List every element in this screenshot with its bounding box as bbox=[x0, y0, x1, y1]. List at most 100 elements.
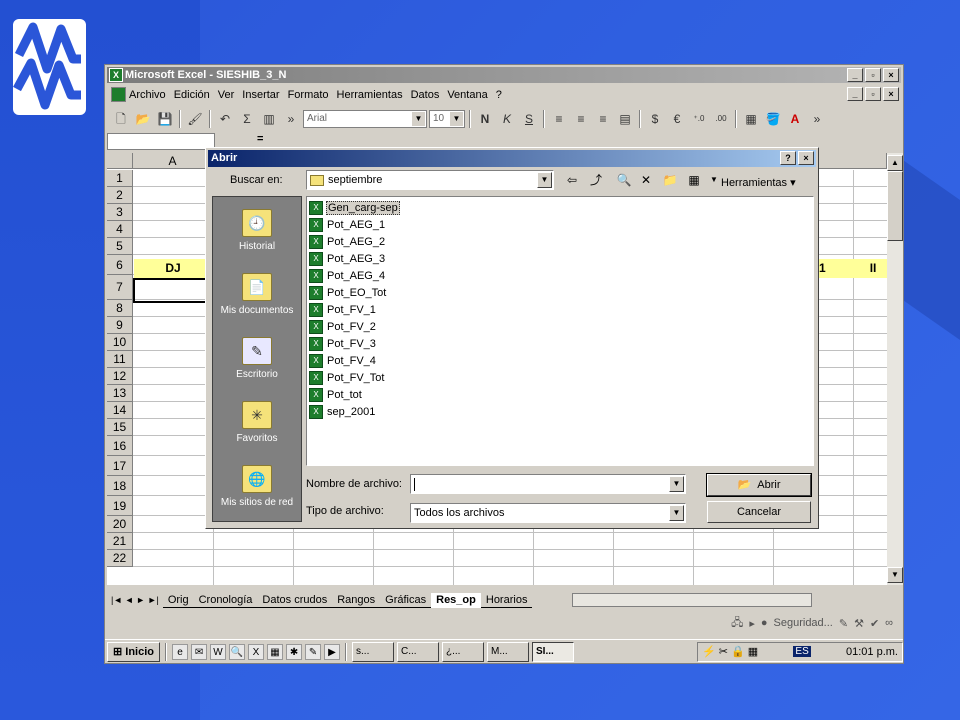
formula-equals[interactable]: = bbox=[257, 133, 263, 145]
record-icon[interactable]: ● bbox=[761, 617, 768, 629]
task-4[interactable]: M... bbox=[487, 641, 530, 662]
bold-icon[interactable]: N bbox=[475, 109, 495, 129]
undo-icon[interactable]: ↶ bbox=[215, 109, 235, 129]
start-button[interactable]: ⊞ Inicio bbox=[107, 641, 161, 662]
row-header[interactable]: 10 bbox=[107, 334, 133, 351]
italic-icon[interactable]: K bbox=[497, 109, 517, 129]
dialog-close-button[interactable]: × bbox=[798, 151, 814, 165]
menu-archivo[interactable]: Archivo bbox=[129, 89, 166, 101]
column-header-a[interactable]: A bbox=[133, 153, 213, 169]
row-header[interactable]: 9 bbox=[107, 317, 133, 334]
tab-datos-crudos[interactable]: Datos crudos bbox=[257, 593, 333, 608]
tab-orig[interactable]: Orig bbox=[162, 593, 194, 608]
file-item[interactable]: X Gen_carg-sep bbox=[309, 199, 400, 216]
lookin-combo[interactable]: septiembre ▼ bbox=[306, 170, 554, 190]
cell-right6[interactable]: 1 II bbox=[807, 259, 887, 278]
row-header[interactable]: 15 bbox=[107, 419, 133, 436]
row-header[interactable]: 22 bbox=[107, 550, 133, 567]
cancel-button[interactable]: Cancelar bbox=[707, 501, 811, 523]
file-item[interactable]: X Pot_FV_4 bbox=[309, 352, 377, 369]
workbook-icon[interactable] bbox=[111, 87, 126, 102]
pencil-icon[interactable]: ✎ bbox=[305, 643, 322, 660]
row-header[interactable]: 8 bbox=[107, 300, 133, 317]
merge-center-icon[interactable]: ▤ bbox=[615, 109, 635, 129]
tab-cronologia[interactable]: Cronología bbox=[193, 593, 258, 608]
media-icon[interactable]: ▶ bbox=[324, 643, 341, 660]
tab-res-op[interactable]: Res_op bbox=[431, 592, 481, 608]
glasses-icon[interactable]: ∞ bbox=[885, 617, 893, 629]
security-button[interactable]: Seguridad... bbox=[774, 617, 833, 629]
new-folder-icon[interactable]: 📁 bbox=[660, 170, 680, 190]
format-painter-icon[interactable]: 🖌 bbox=[185, 109, 205, 129]
name-box[interactable] bbox=[107, 133, 215, 150]
menu-help[interactable]: ? bbox=[496, 89, 502, 101]
check-icon[interactable]: ✔ bbox=[870, 617, 879, 630]
help-button[interactable]: ? bbox=[780, 151, 796, 165]
task-excel[interactable]: SI... bbox=[532, 641, 575, 662]
increase-decimal-icon[interactable]: ⁺.0 bbox=[689, 109, 709, 129]
row-header[interactable]: 5 bbox=[107, 238, 133, 255]
file-item[interactable]: X Pot_FV_Tot bbox=[309, 369, 385, 386]
chevron-down-icon[interactable]: ▼ bbox=[669, 505, 684, 521]
chevron-down-icon[interactable]: ▼ bbox=[537, 172, 552, 188]
selected-cell-a7[interactable] bbox=[133, 278, 214, 303]
menu-ver[interactable]: Ver bbox=[218, 89, 235, 101]
views-icon[interactable]: ▦ bbox=[684, 170, 704, 190]
row-header[interactable]: 13 bbox=[107, 385, 133, 402]
file-item[interactable]: Xsep_2001 bbox=[309, 403, 376, 420]
align-center-icon[interactable]: ≡ bbox=[571, 109, 591, 129]
menu-datos[interactable]: Datos bbox=[411, 89, 440, 101]
menu-insertar[interactable]: Insertar bbox=[242, 89, 279, 101]
more-buttons-icon[interactable]: » bbox=[807, 109, 827, 129]
row-header[interactable]: 11 bbox=[107, 351, 133, 368]
align-left-icon[interactable]: ≡ bbox=[549, 109, 569, 129]
search-icon[interactable]: 🔍 bbox=[229, 643, 246, 660]
row-header[interactable]: 19 bbox=[107, 496, 133, 516]
row-header[interactable]: 6 bbox=[107, 255, 133, 275]
place-escritorio[interactable]: ✎ Escritorio bbox=[213, 337, 301, 380]
filename-input[interactable]: ▼ bbox=[410, 474, 686, 494]
place-historial[interactable]: 🕘 Historial bbox=[213, 209, 301, 252]
file-item[interactable]: X Pot_AEG_2 bbox=[309, 233, 386, 250]
file-item[interactable]: X Pot_EO_Tot bbox=[309, 284, 387, 301]
autosum-icon[interactable]: Σ bbox=[237, 109, 257, 129]
save-icon[interactable]: 💾 bbox=[155, 109, 175, 129]
doc-minimize-button[interactable]: _ bbox=[847, 87, 863, 101]
row-header[interactable]: 3 bbox=[107, 204, 133, 221]
row-header[interactable]: 1 bbox=[107, 170, 133, 187]
menu-ventana[interactable]: Ventana bbox=[447, 89, 487, 101]
tools-menu[interactable]: Herramientas ▾ bbox=[721, 176, 796, 189]
row-header[interactable]: 18 bbox=[107, 476, 133, 496]
file-item[interactable]: X Pot_tot bbox=[309, 386, 363, 403]
row-header[interactable]: 7 bbox=[107, 275, 133, 300]
menu-edicion[interactable]: Edición bbox=[174, 89, 210, 101]
font-size-combo[interactable]: 10 ▼ bbox=[429, 110, 465, 128]
place-mis-documentos[interactable]: 📄 Mis documentos bbox=[213, 273, 301, 316]
file-item[interactable]: X Pot_FV_2 bbox=[309, 318, 377, 335]
network-icon[interactable]: ✱ bbox=[286, 643, 303, 660]
chevron-down-icon[interactable]: ▼ bbox=[412, 112, 425, 126]
task-1[interactable]: s... bbox=[352, 641, 395, 662]
restore-button[interactable]: ▫ bbox=[865, 68, 881, 82]
file-item[interactable]: X Pot_AEG_1 bbox=[309, 216, 386, 233]
doc-restore-button[interactable]: ▫ bbox=[865, 87, 881, 101]
ie-icon[interactable]: e bbox=[172, 643, 189, 660]
drawing-icon[interactable]: ✎ bbox=[839, 617, 848, 630]
font-color-icon[interactable]: A bbox=[785, 109, 805, 129]
up-folder-icon[interactable]: ⤴ bbox=[586, 170, 606, 190]
scroll-up-icon[interactable]: ▲ bbox=[887, 155, 903, 171]
horizontal-scrollbar[interactable] bbox=[572, 593, 813, 607]
filetype-select[interactable]: Todos los archivos ▼ bbox=[410, 503, 686, 523]
open-icon[interactable]: 📂 bbox=[133, 109, 153, 129]
underline-icon[interactable]: S bbox=[519, 109, 539, 129]
cell-a6[interactable]: DJ bbox=[134, 259, 212, 278]
menu-herramientas[interactable]: Herramientas bbox=[337, 89, 403, 101]
tab-graficas[interactable]: Gráficas bbox=[380, 593, 432, 608]
decrease-decimal-icon[interactable]: .00 bbox=[711, 109, 731, 129]
task-2[interactable]: C... bbox=[397, 641, 440, 662]
chart-icon[interactable]: ▦ bbox=[267, 643, 284, 660]
delete-icon[interactable]: ✕ bbox=[636, 170, 656, 190]
row-header[interactable]: 20 bbox=[107, 516, 133, 533]
arrow-icon[interactable]: ▸ bbox=[749, 617, 755, 630]
close-button[interactable]: × bbox=[883, 68, 899, 82]
